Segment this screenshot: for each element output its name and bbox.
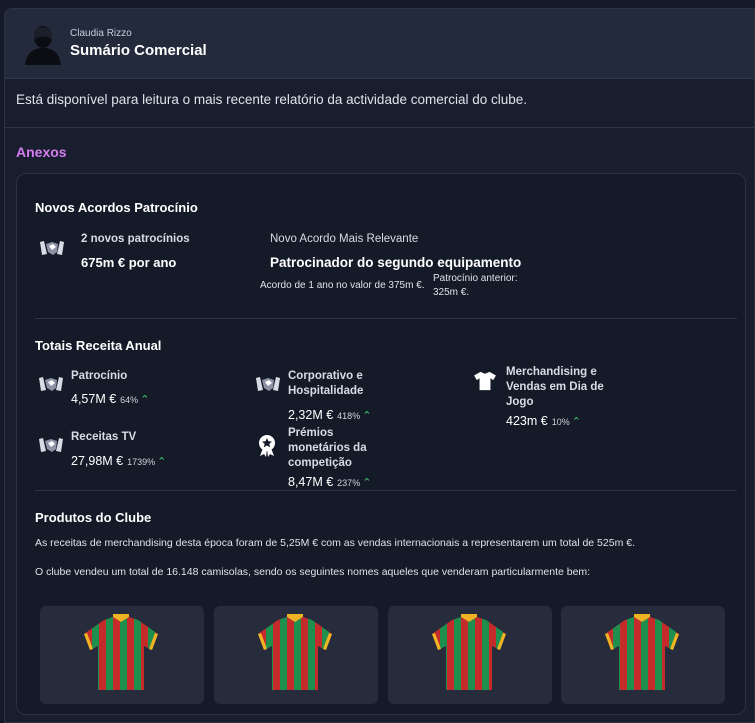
revenue-title: Totais Receita Anual [35,338,162,353]
section-divider [35,318,737,319]
handshake-icon [39,377,63,391]
jersey-card[interactable] [40,606,204,704]
revenue-item-value: 27,98M €1739% ⌃ [71,454,166,468]
revenue-item-label: Corporativo e Hospitalidade [288,370,364,397]
jersey-card[interactable] [214,606,378,704]
sponsorship-title: Novos Acordos Patrocínio [35,200,198,215]
message-title: Sumário Comercial [70,42,207,59]
deal-terms: Acordo de 1 ano no valor de 375m €. [260,280,425,291]
divider [5,127,754,128]
shirts-sold-text: O clube vendeu um total de 16.148 camiso… [35,566,591,578]
sender-name: Claudia Rizzo [70,28,132,39]
new-sponsors-count: 2 novos patrocínios [81,233,190,245]
attachment-card: Novos Acordos Patrocínio 2 novos patrocí… [16,173,746,715]
revenue-item-label: Patrocínio [71,370,128,382]
award-icon [259,435,275,457]
relevant-deal-name: Patrocinador do segundo equipamento [270,255,522,270]
merch-revenue-text: As receitas de merchandising desta época… [35,537,635,549]
handshake-icon [40,241,64,255]
intro-text: Está disponível para leitura o mais rece… [16,92,528,107]
products-title: Produtos do Clube [35,510,152,525]
arrow-up-icon: ⌃ [362,477,372,489]
arrow-up-icon: ⌃ [571,416,581,428]
previous-sponsor-label: Patrocínio anterior: [433,273,518,284]
message-header: Claudia Rizzo Sumário Comercial [5,9,754,79]
revenue-change-pct: 237% [337,478,361,488]
revenue-item-value: 4,57M €64% ⌃ [71,392,149,406]
arrow-up-icon: ⌃ [362,410,372,422]
attachments-heading: Anexos [16,144,67,160]
jersey-icon [605,614,679,690]
handshake-icon [39,438,63,452]
revenue-amount: 8,47M € [288,475,334,489]
arrow-up-icon: ⌃ [140,394,150,406]
revenue-change-pct: 1739% [127,457,156,467]
revenue-item-label: Receitas TV [71,431,137,443]
revenue-change-pct: 64% [120,395,139,405]
handshake-icon [256,377,280,391]
revenue-item-label: Merchandising e Vendas em Dia de Jogo [506,366,604,408]
previous-sponsor-value: 325m €. [433,287,470,298]
arrow-up-icon: ⌃ [157,456,167,468]
revenue-amount: 2,32M € [288,408,334,422]
relevant-deal-label: Novo Acordo Mais Relevante [270,233,419,245]
jersey-icon [84,614,158,690]
sponsorship-per-year: 675m € por ano [81,255,177,270]
section-divider [35,490,737,491]
jersey-card[interactable] [561,606,725,704]
revenue-amount: 27,98M € [71,454,124,468]
revenue-amount: 423m € [506,414,548,428]
revenue-change-pct: 418% [337,411,361,421]
jersey-card[interactable] [388,606,552,704]
revenue-item-label: Prémios monetários da competição [288,427,367,469]
avatar [25,26,61,65]
jersey-icon [432,614,506,690]
revenue-amount: 4,57M € [71,392,117,406]
revenue-item-value: 2,32M €418% ⌃ [288,408,371,422]
revenue-item-value: 8,47M €237% ⌃ [288,475,371,489]
revenue-change-pct: 10% [551,417,570,427]
shirt-icon [474,371,496,391]
message-window: Claudia Rizzo Sumário Comercial Está dis… [4,8,755,723]
revenue-item-value: 423m €10% ⌃ [506,414,581,428]
jersey-icon [258,614,332,690]
